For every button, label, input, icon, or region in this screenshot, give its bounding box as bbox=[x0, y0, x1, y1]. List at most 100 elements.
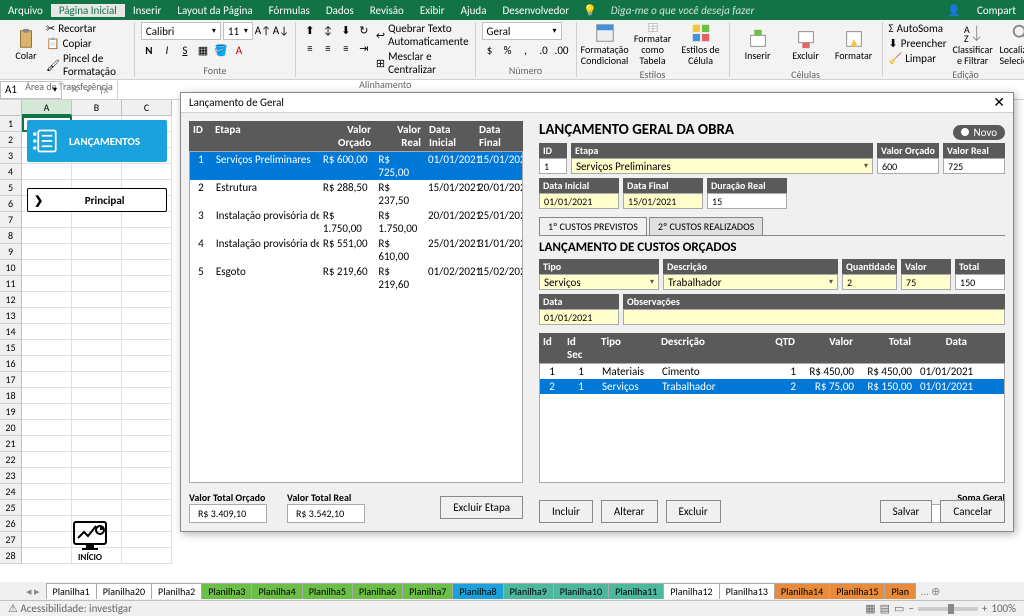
cell[interactable] bbox=[22, 228, 72, 244]
menu-pagina-inicial[interactable]: Página Inicial bbox=[51, 4, 125, 17]
cut-button[interactable]: ✂Recortar bbox=[46, 22, 128, 35]
copy-button[interactable]: 📋Copiar bbox=[46, 37, 128, 50]
cell[interactable] bbox=[72, 308, 122, 324]
font-color-button[interactable]: A bbox=[231, 42, 247, 58]
left-grid[interactable]: 1Serviços PreliminaresR$ 600,00R$ 725,00… bbox=[189, 151, 523, 483]
cell[interactable] bbox=[122, 292, 172, 308]
cell[interactable] bbox=[72, 340, 122, 356]
menu-desenvolvedor[interactable]: Desenvolvedor bbox=[494, 4, 577, 17]
cell[interactable] bbox=[122, 340, 172, 356]
field-valor-input[interactable]: 75 bbox=[901, 274, 951, 290]
cell[interactable] bbox=[122, 500, 172, 516]
italic-button[interactable]: I bbox=[159, 42, 175, 58]
cell[interactable] bbox=[22, 388, 72, 404]
cell[interactable] bbox=[122, 244, 172, 260]
conditional-formatting-button[interactable]: Formatação Condicional bbox=[583, 22, 627, 66]
cell[interactable] bbox=[22, 404, 72, 420]
cell[interactable] bbox=[72, 404, 122, 420]
cell[interactable] bbox=[72, 500, 122, 516]
align-bottom-button[interactable]: ⬇ bbox=[338, 22, 354, 38]
cell[interactable] bbox=[22, 308, 72, 324]
tab-more[interactable]: … ⊕ bbox=[915, 585, 946, 598]
cell[interactable] bbox=[22, 468, 72, 484]
border-button[interactable]: ▦ bbox=[195, 42, 211, 58]
row-header[interactable]: 22 bbox=[0, 452, 22, 468]
cancel-formula-icon[interactable]: ✕ bbox=[70, 83, 79, 96]
sheet-tab[interactable]: Planilha13 bbox=[719, 583, 775, 599]
cell[interactable] bbox=[22, 260, 72, 276]
cell[interactable] bbox=[122, 468, 172, 484]
row-header[interactable]: 6 bbox=[0, 196, 22, 212]
sheet-tab[interactable]: Planilha5 bbox=[302, 583, 353, 599]
row-header[interactable]: 15 bbox=[0, 340, 22, 356]
inicio-button[interactable]: INÍCIO bbox=[70, 520, 110, 563]
cell[interactable] bbox=[72, 452, 122, 468]
row-header[interactable]: 5 bbox=[0, 180, 22, 196]
cell[interactable] bbox=[122, 388, 172, 404]
cell[interactable] bbox=[22, 340, 72, 356]
cell[interactable] bbox=[22, 420, 72, 436]
cell[interactable] bbox=[72, 484, 122, 500]
left-grid-row[interactable]: 4Instalação provisória de energiaR$ 551,… bbox=[190, 236, 522, 264]
row-header[interactable]: 1 bbox=[0, 116, 22, 132]
cell[interactable] bbox=[22, 532, 72, 548]
align-top-button[interactable]: ⬆ bbox=[302, 22, 318, 38]
cell[interactable] bbox=[72, 356, 122, 372]
sheet-tab[interactable]: Planilha10 bbox=[553, 583, 609, 599]
field-orcado-input[interactable]: 600 bbox=[877, 158, 939, 174]
col-header[interactable]: A bbox=[22, 100, 72, 116]
cell[interactable] bbox=[72, 276, 122, 292]
share-button[interactable]: Compart bbox=[969, 4, 1024, 17]
row-header[interactable]: 25 bbox=[0, 500, 22, 516]
sheet-tab[interactable]: Planilha6 bbox=[352, 583, 403, 599]
percent-button[interactable]: % bbox=[500, 42, 516, 58]
enter-formula-icon[interactable]: ✓ bbox=[85, 83, 94, 96]
format-painter-button[interactable]: 🖌Pincel de Formatação bbox=[46, 52, 128, 78]
menu-layout[interactable]: Layout da Página bbox=[169, 4, 260, 17]
view-normal-button[interactable]: ▦ bbox=[865, 602, 875, 615]
tab-custos-previstos[interactable]: 1º CUSTOS PREVISTOS bbox=[539, 217, 647, 235]
row-header[interactable]: 7 bbox=[0, 212, 22, 228]
cell[interactable] bbox=[72, 468, 122, 484]
menu-revisao[interactable]: Revisão bbox=[362, 4, 412, 17]
field-id-input[interactable]: 1 bbox=[539, 158, 567, 174]
align-center-button[interactable]: ≡ bbox=[320, 40, 336, 56]
cell[interactable] bbox=[22, 356, 72, 372]
field-real-input[interactable]: 725 bbox=[943, 158, 1005, 174]
cancelar-button[interactable]: Cancelar bbox=[940, 500, 1005, 523]
right-grid-row[interactable]: 21ServiçosTrabalhador2R$ 75,00R$ 150,000… bbox=[540, 379, 1004, 394]
row-header[interactable]: 20 bbox=[0, 420, 22, 436]
novo-button[interactable]: Novo bbox=[953, 125, 1005, 140]
cell[interactable] bbox=[122, 308, 172, 324]
cell[interactable] bbox=[72, 372, 122, 388]
cell[interactable] bbox=[22, 164, 72, 180]
merge-center-button[interactable]: ⊞Mesclar e Centralizar bbox=[376, 50, 469, 76]
sheet-tab[interactable]: Planilha20 bbox=[96, 583, 152, 599]
row-header[interactable]: 11 bbox=[0, 276, 22, 292]
left-grid-row[interactable]: 1Serviços PreliminaresR$ 600,00R$ 725,00… bbox=[190, 152, 522, 180]
delete-cells-button[interactable]: Excluir bbox=[784, 22, 828, 66]
sheet-tab[interactable]: Planilha15 bbox=[829, 583, 885, 599]
row-header[interactable]: 17 bbox=[0, 372, 22, 388]
increase-decimal-button[interactable]: .0 bbox=[536, 42, 552, 58]
insert-cells-button[interactable]: Inserir bbox=[736, 22, 780, 66]
left-grid-row[interactable]: 2EstruturaR$ 288,50R$ 237,5015/01/202120… bbox=[190, 180, 522, 208]
underline-button[interactable]: S bbox=[177, 42, 193, 58]
cell[interactable] bbox=[122, 260, 172, 276]
tab-custos-realizados[interactable]: 2º CUSTOS REALIZADOS bbox=[649, 217, 763, 235]
cell[interactable] bbox=[22, 452, 72, 468]
zoom-in-button[interactable]: + bbox=[982, 602, 987, 615]
row-header[interactable]: 21 bbox=[0, 436, 22, 452]
orientation-button[interactable]: ↻ bbox=[356, 22, 372, 38]
fx-icon[interactable]: fx bbox=[100, 83, 108, 96]
cell[interactable] bbox=[122, 356, 172, 372]
sheet-tab[interactable]: Planilha14 bbox=[774, 583, 830, 599]
paste-button[interactable]: Colar bbox=[10, 22, 42, 66]
field-obs-input[interactable] bbox=[623, 309, 1005, 325]
cell[interactable] bbox=[122, 484, 172, 500]
menu-arquivo[interactable]: Arquivo bbox=[0, 4, 51, 17]
row-header[interactable]: 19 bbox=[0, 404, 22, 420]
zoom-level[interactable]: 100% bbox=[991, 602, 1016, 615]
tab-nav-prev[interactable]: ◂ ▸ bbox=[20, 585, 46, 598]
cell[interactable] bbox=[22, 292, 72, 308]
